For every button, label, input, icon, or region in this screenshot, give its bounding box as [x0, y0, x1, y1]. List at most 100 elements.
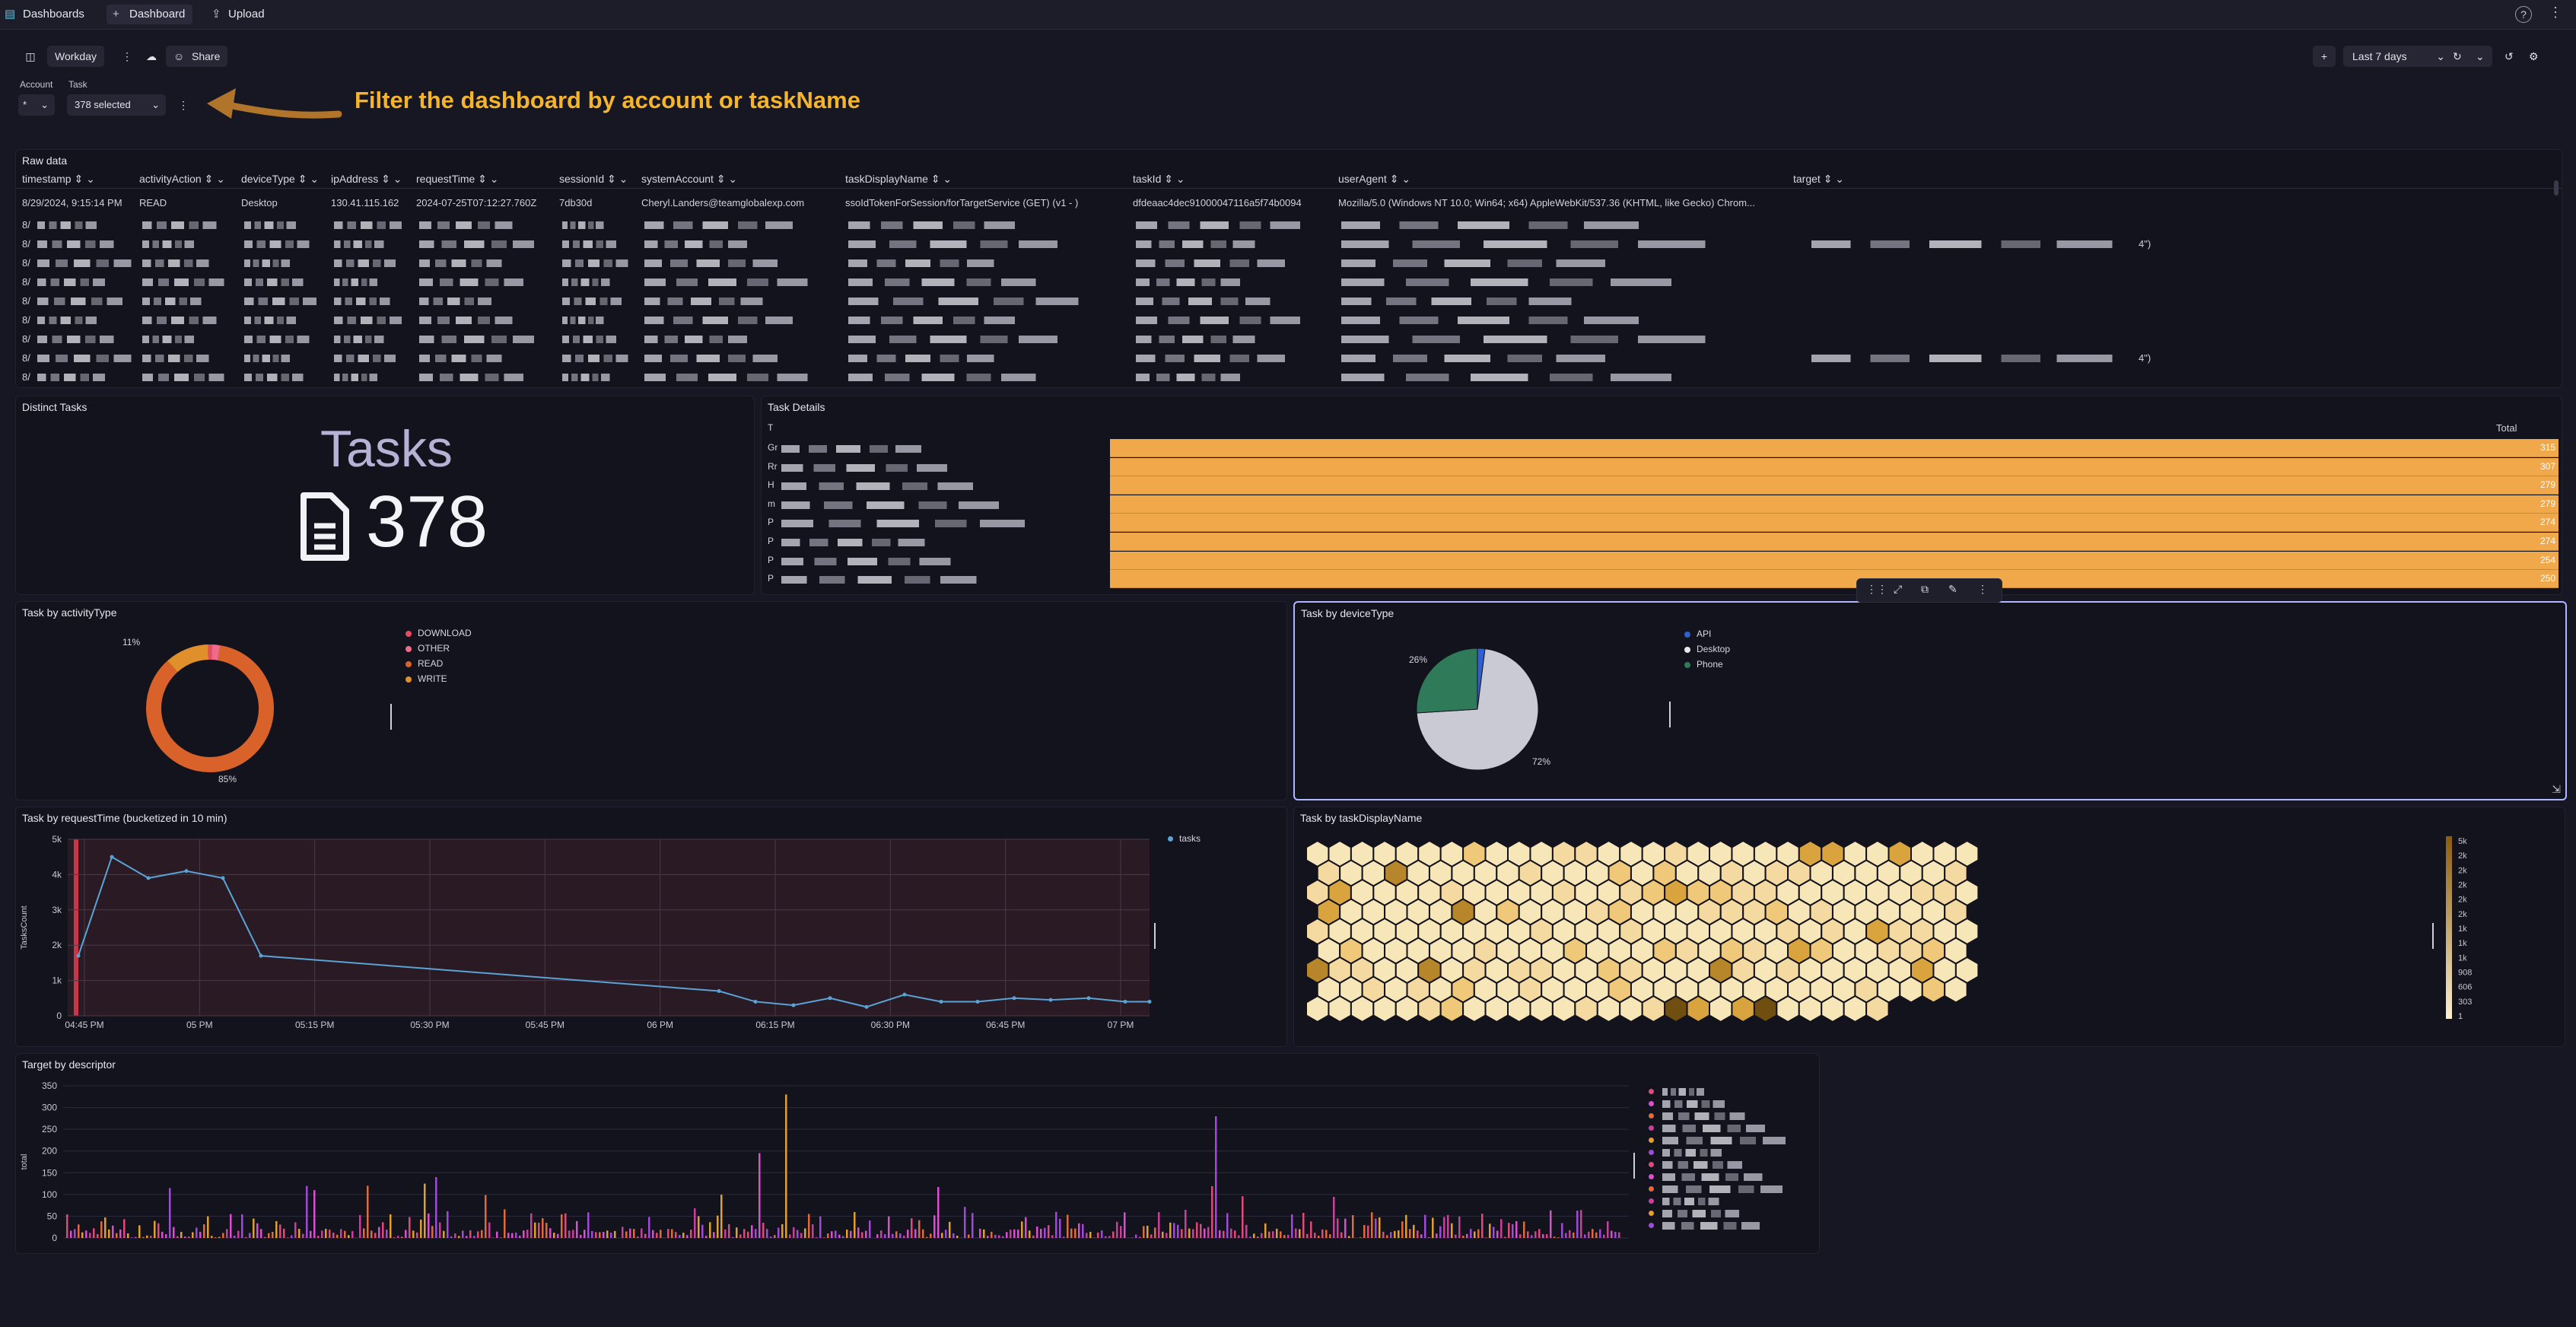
- bar[interactable]: [485, 1195, 487, 1238]
- legend-item[interactable]: OTHER: [405, 643, 450, 654]
- bar[interactable]: [1599, 1229, 1601, 1238]
- bar[interactable]: [660, 1230, 662, 1238]
- bar[interactable]: [739, 1234, 742, 1238]
- bar[interactable]: [1611, 1230, 1613, 1238]
- bar[interactable]: [1607, 1221, 1609, 1238]
- bar[interactable]: [880, 1230, 883, 1238]
- bar[interactable]: [203, 1224, 205, 1238]
- bar[interactable]: [1603, 1234, 1605, 1238]
- bar[interactable]: [720, 1195, 723, 1238]
- bar[interactable]: [78, 1224, 80, 1238]
- bar[interactable]: [903, 1235, 905, 1238]
- bar[interactable]: [443, 1230, 445, 1238]
- bar[interactable]: [1519, 1234, 1522, 1238]
- bar[interactable]: [66, 1214, 68, 1238]
- bar[interactable]: [914, 1229, 917, 1238]
- bar[interactable]: [104, 1217, 107, 1238]
- hex-cell[interactable]: [1731, 994, 1755, 1023]
- resize-handle[interactable]: [1669, 702, 1671, 727]
- bar[interactable]: [226, 1229, 228, 1238]
- bar[interactable]: [580, 1234, 582, 1238]
- bar[interactable]: [1116, 1221, 1118, 1238]
- bar[interactable]: [1447, 1214, 1449, 1238]
- bar[interactable]: [116, 1233, 118, 1238]
- bar[interactable]: [838, 1234, 841, 1238]
- bar[interactable]: [713, 1232, 715, 1238]
- bar[interactable]: [949, 1221, 951, 1238]
- data-point[interactable]: [791, 1003, 796, 1007]
- bar[interactable]: [854, 1211, 856, 1238]
- bar[interactable]: [778, 1227, 780, 1238]
- bar[interactable]: [500, 1237, 502, 1238]
- bar[interactable]: [1093, 1237, 1096, 1238]
- bar[interactable]: [808, 1214, 810, 1238]
- bar[interactable]: [1367, 1225, 1369, 1238]
- legend-item[interactable]: [1644, 1112, 1796, 1121]
- legend-item[interactable]: [1644, 1087, 1796, 1096]
- add-panel-button[interactable]: +: [2313, 46, 2336, 67]
- bar[interactable]: [823, 1237, 825, 1238]
- bar[interactable]: [256, 1223, 259, 1238]
- bar[interactable]: [800, 1233, 803, 1238]
- bar[interactable]: [561, 1214, 563, 1238]
- data-point[interactable]: [1123, 999, 1127, 1004]
- table-row[interactable]: 8/: [16, 217, 2562, 234]
- bar[interactable]: [492, 1237, 495, 1238]
- bar[interactable]: [1295, 1228, 1297, 1238]
- bar[interactable]: [317, 1236, 320, 1238]
- bar[interactable]: [652, 1230, 654, 1238]
- bar[interactable]: [1207, 1227, 1210, 1238]
- bar[interactable]: [1375, 1218, 1377, 1238]
- bar[interactable]: [831, 1231, 833, 1238]
- bar[interactable]: [165, 1234, 167, 1238]
- table-row[interactable]: m 279: [762, 495, 2562, 514]
- bar[interactable]: [1139, 1236, 1141, 1238]
- bar[interactable]: [1264, 1223, 1267, 1238]
- bar[interactable]: [386, 1229, 388, 1238]
- bar[interactable]: [648, 1217, 650, 1238]
- data-point[interactable]: [1048, 998, 1053, 1002]
- more-vertical-icon[interactable]: ⋮: [2549, 5, 2562, 21]
- bar[interactable]: [272, 1231, 274, 1238]
- bar[interactable]: [876, 1234, 879, 1238]
- bar[interactable]: [1276, 1228, 1278, 1238]
- more-vertical-icon[interactable]: ⋮: [117, 46, 137, 67]
- bar[interactable]: [146, 1235, 148, 1238]
- bar[interactable]: [1025, 1217, 1027, 1238]
- bar[interactable]: [481, 1230, 483, 1238]
- bar[interactable]: [428, 1213, 430, 1238]
- bar[interactable]: [1013, 1229, 1016, 1238]
- bar[interactable]: [469, 1230, 472, 1238]
- bar[interactable]: [1436, 1233, 1438, 1238]
- bar[interactable]: [1234, 1230, 1236, 1238]
- bar[interactable]: [747, 1231, 749, 1238]
- bar[interactable]: [1424, 1214, 1426, 1238]
- bar[interactable]: [1078, 1223, 1080, 1238]
- bar[interactable]: [393, 1237, 396, 1238]
- bar[interactable]: [370, 1230, 373, 1238]
- bar[interactable]: [390, 1214, 392, 1238]
- bar[interactable]: [1177, 1224, 1179, 1238]
- bar[interactable]: [1257, 1236, 1259, 1238]
- bar[interactable]: [1063, 1236, 1065, 1238]
- bar[interactable]: [268, 1233, 270, 1238]
- bar[interactable]: [926, 1236, 928, 1238]
- bar[interactable]: [100, 1221, 103, 1238]
- hex-cell[interactable]: [1944, 975, 1968, 1004]
- bar[interactable]: [1215, 1116, 1217, 1238]
- bar[interactable]: [435, 1177, 437, 1238]
- data-point[interactable]: [76, 953, 81, 958]
- bar[interactable]: [177, 1236, 179, 1238]
- bar[interactable]: [1006, 1232, 1008, 1238]
- bar[interactable]: [321, 1230, 323, 1238]
- bar[interactable]: [869, 1220, 871, 1238]
- bar[interactable]: [511, 1233, 514, 1238]
- bar[interactable]: [1055, 1211, 1057, 1238]
- hex-cell[interactable]: [1372, 994, 1397, 1023]
- bar[interactable]: [1470, 1229, 1472, 1238]
- bar[interactable]: [1485, 1237, 1487, 1238]
- bar[interactable]: [625, 1231, 628, 1238]
- bar[interactable]: [325, 1228, 327, 1238]
- bar[interactable]: [1021, 1221, 1023, 1238]
- data-point[interactable]: [259, 953, 263, 958]
